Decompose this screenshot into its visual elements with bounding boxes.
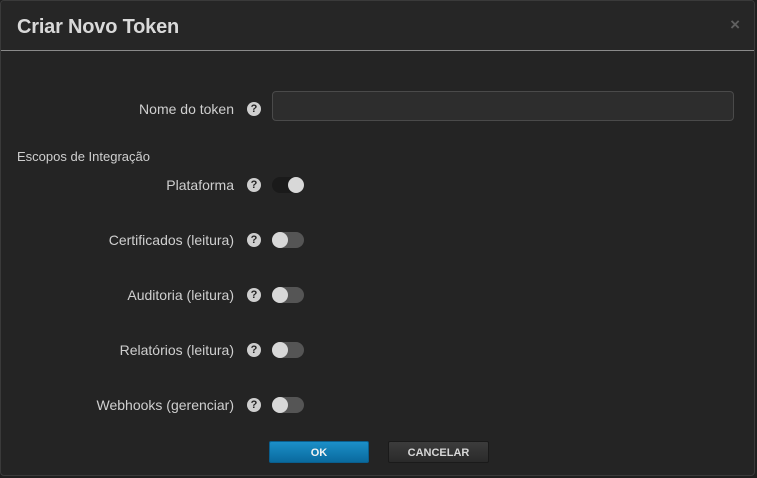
scope-toggle-certificados[interactable] [272,232,304,248]
scope-label-webhooks: Webhooks (gerenciar) [96,397,234,413]
dialog-title: Criar Novo Token [17,16,180,38]
toggle-knob [272,342,288,358]
token-name-help-icon[interactable]: ? [247,102,261,116]
toggle-knob [272,232,288,248]
toggle-knob [288,177,304,193]
toggle-knob [272,397,288,413]
scope-help-icon-plataforma[interactable]: ? [247,178,261,192]
close-icon[interactable]: × [730,16,740,33]
ok-button[interactable]: OK [269,441,369,463]
scope-toggle-relatorios[interactable] [272,342,304,358]
scope-label-plataforma: Plataforma [166,177,234,193]
toggle-knob [272,287,288,303]
scope-label-certificados: Certificados (leitura) [108,232,234,248]
cancel-button[interactable]: CANCELAR [388,441,489,463]
scope-label-auditoria: Auditoria (leitura) [127,287,234,303]
dialog-header: Criar Novo Token × [1,1,754,51]
scope-help-icon-webhooks[interactable]: ? [247,398,261,412]
token-name-label: Nome do token [139,101,234,117]
scopes-section-title: Escopos de Integração [17,149,150,164]
create-token-dialog: Criar Novo Token × Nome do token ? Escop… [0,0,755,476]
scope-toggle-webhooks[interactable] [272,397,304,413]
scope-help-icon-auditoria[interactable]: ? [247,288,261,302]
scope-toggle-plataforma[interactable] [272,177,304,193]
scope-help-icon-relatorios[interactable]: ? [247,343,261,357]
scope-label-relatorios: Relatórios (leitura) [119,342,234,358]
scope-toggle-auditoria[interactable] [272,287,304,303]
token-name-input[interactable] [272,91,734,121]
scope-help-icon-certificados[interactable]: ? [247,233,261,247]
